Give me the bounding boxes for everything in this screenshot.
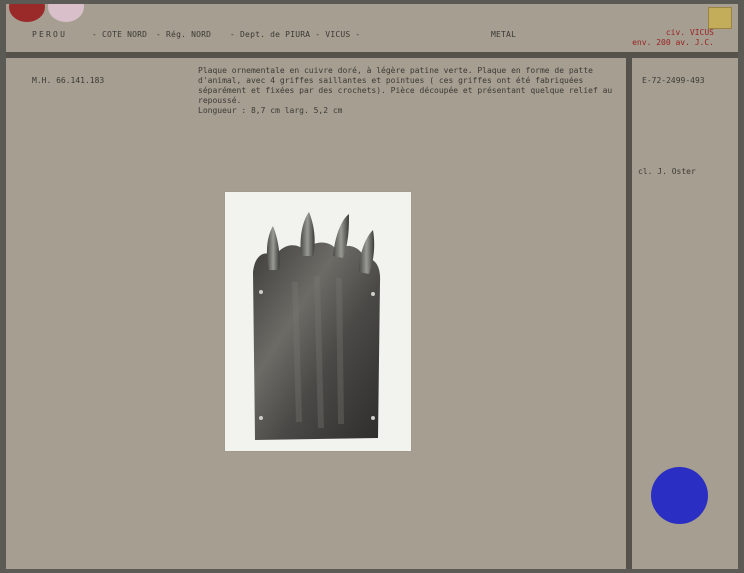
dept-label: - Dept. de PIURA - VICUS - — [230, 30, 361, 39]
region-label: - COTE NORD — [92, 30, 148, 39]
dimensions-text: Longueur : 8,7 cm larg. 5,2 cm — [198, 106, 343, 115]
red-circle-marker — [9, 4, 45, 22]
material-label: METAL — [491, 30, 517, 39]
object-photograph — [225, 192, 411, 451]
gold-square-marker — [708, 7, 732, 29]
civilization-block: civ. VICUS env. 200 av. J.C. — [632, 28, 714, 48]
country-label: PEROU — [32, 30, 68, 39]
civilization-label: civ. VICUS — [665, 28, 714, 37]
description-text: Plaque ornementale en cuivre doré, à lég… — [198, 66, 613, 105]
column-divider — [626, 56, 632, 569]
blue-circle-marker — [651, 467, 708, 524]
rivet-hole — [371, 292, 375, 296]
claw-plaque-image — [253, 212, 381, 440]
claw-2 — [300, 212, 315, 256]
reg-label: - Rég. NORD — [156, 30, 212, 39]
description-block: Plaque ornementale en cuivre doré, à lég… — [198, 66, 618, 116]
date-label: env. 200 av. J.C. — [632, 38, 714, 47]
catalog-card: PEROU - COTE NORD - Rég. NORD - Dept. de… — [6, 4, 738, 569]
rivet-hole — [259, 290, 263, 294]
rivet-hole — [371, 416, 375, 420]
photographer-credit: cl. J. Oster — [638, 167, 696, 176]
rivet-hole — [259, 416, 263, 420]
claw-1 — [266, 226, 280, 270]
negative-number: E-72-2499-493 — [642, 76, 705, 85]
pink-circle-marker — [48, 4, 84, 22]
inventory-number: M.H. 66.141.183 — [32, 76, 105, 85]
